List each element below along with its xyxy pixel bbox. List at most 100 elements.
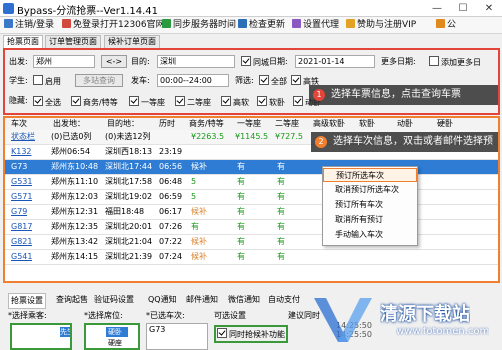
menu-cancel-all[interactable]: 取消所有预订 bbox=[323, 213, 417, 227]
hide-all-label: 全选 bbox=[45, 98, 61, 107]
checkbox-box bbox=[71, 96, 81, 106]
tab-captcha[interactable]: 验证码设置 bbox=[92, 293, 136, 307]
sync-icon bbox=[162, 19, 171, 28]
hide-business-checkbox[interactable]: 商务/特等 bbox=[71, 96, 118, 108]
menu-manual-input[interactable]: 手动输入车次 bbox=[323, 228, 417, 242]
table-row[interactable]: G73 郑州东10:48 深圳北17:44 06:56 候补 有 有 bbox=[5, 160, 498, 175]
sync-time-label: 同步服务器时间 bbox=[173, 20, 237, 30]
hide-first-label: 一等座 bbox=[141, 98, 165, 107]
table-row[interactable]: G821 郑州东13:42 深圳北21:04 07:22 候补 有 有 bbox=[5, 235, 498, 250]
vip-button[interactable]: 赞助与注册VIP bbox=[346, 19, 416, 32]
login-button[interactable]: 注销/登录 bbox=[4, 19, 54, 32]
date-input[interactable]: 2021-01-14 bbox=[295, 55, 375, 68]
cell-dur: 06:48 bbox=[159, 177, 183, 186]
header-ruanwo[interactable]: 软卧 bbox=[359, 118, 375, 130]
hide-ruanwo-checkbox[interactable]: 软卧 bbox=[257, 96, 285, 108]
menu-book-all[interactable]: 预订所有车次 bbox=[323, 198, 417, 212]
swap-button[interactable]: <-> bbox=[101, 55, 127, 68]
notice-button[interactable]: 公 bbox=[436, 19, 456, 32]
seat-item-hardseat[interactable]: 硬座 bbox=[106, 338, 128, 348]
filter-label: 筛选: bbox=[235, 76, 254, 85]
header-train[interactable]: 车次 bbox=[11, 118, 27, 130]
hide-all-checkbox[interactable]: 全选 bbox=[33, 96, 61, 108]
from-station-input[interactable]: 郑州 bbox=[33, 55, 95, 68]
table-row[interactable]: G817 郑州东12:35 深圳北20:01 07:26 有 有 有 bbox=[5, 220, 498, 235]
tab-wechat-notify[interactable]: 微信通知 bbox=[226, 293, 262, 307]
tab-email-notify[interactable]: 邮件通知 bbox=[184, 293, 220, 307]
header-to[interactable]: 目的地： bbox=[107, 118, 139, 130]
hide-label: 隐藏: bbox=[9, 96, 28, 105]
set-proxy-button[interactable]: 设置代理 bbox=[292, 19, 339, 32]
hide-second-checkbox[interactable]: 二等座 bbox=[175, 96, 211, 108]
filter-all-checkbox[interactable]: 全部 bbox=[259, 75, 287, 87]
cell-dep: 郑州东12:31 bbox=[51, 207, 99, 216]
update-icon bbox=[238, 19, 247, 28]
header-dongwo[interactable]: 动卧 bbox=[397, 118, 413, 130]
tab-auto-pay[interactable]: 自动支付 bbox=[266, 293, 302, 307]
cell-second: 有 bbox=[277, 237, 285, 246]
vip-icon bbox=[346, 19, 355, 28]
select-passenger-label: *选择乘客: bbox=[8, 311, 47, 320]
tab-qq-notify[interactable]: QQ通知 bbox=[146, 293, 179, 307]
open-12306-button[interactable]: 免登录打开12306官网 bbox=[62, 19, 165, 32]
close-button[interactable]: ✕ bbox=[476, 0, 502, 16]
student-checkbox[interactable]: 启用 bbox=[33, 75, 61, 87]
title-bar: Bypass-分流抢票--Ver1.14.41 — ☐ ✕ bbox=[0, 0, 502, 17]
header-yingwo[interactable]: 硬卧 bbox=[437, 118, 453, 130]
header-first[interactable]: 一等座 bbox=[237, 118, 261, 130]
cell-arr: 深圳西18:13 bbox=[105, 147, 153, 156]
table-row[interactable]: G79 郑州东12:31 福田18:48 06:17 候补 有 有 bbox=[5, 205, 498, 220]
to-station-input[interactable]: 深圳 bbox=[157, 55, 235, 68]
tab-grab-settings[interactable]: 抢票设置 bbox=[8, 293, 46, 309]
add-more-dates-checkbox[interactable]: 添加更多日 bbox=[429, 56, 481, 68]
toolbar: 注销/登录 免登录打开12306官网 同步服务器时间 检查更新 设置代理 赞助与… bbox=[0, 17, 502, 34]
header-duration[interactable]: 历时 bbox=[159, 118, 175, 130]
cell-biz: 候补 bbox=[191, 237, 207, 246]
cell-dep: 郑州东13:42 bbox=[51, 237, 99, 246]
menu-book-selected[interactable]: 预订所选车次 bbox=[323, 168, 417, 182]
cell-dur: 07:26 bbox=[159, 222, 183, 231]
tab-waitlist[interactable]: 候补订单页面 bbox=[104, 35, 160, 48]
status-column[interactable]: 状态栏 bbox=[11, 130, 35, 144]
seat-item-hardsleeper[interactable]: 硬卧 bbox=[106, 327, 128, 337]
tab-orders[interactable]: 订单管理页面 bbox=[45, 35, 101, 48]
cell-second: 有 bbox=[277, 177, 285, 186]
maximize-button[interactable]: ☐ bbox=[450, 0, 476, 16]
depart-label: 发车: bbox=[131, 76, 150, 85]
table-row[interactable]: G531 郑州东11:10 深圳北17:58 06:48 5 有 有 bbox=[5, 175, 498, 190]
header-from[interactable]: 出发地： bbox=[53, 118, 85, 130]
selected-train-box[interactable]: G73 bbox=[146, 323, 208, 350]
minimize-button[interactable]: — bbox=[424, 0, 450, 16]
table-row[interactable]: G571 郑州东12:03 深圳北19:02 06:59 5 有 有 bbox=[5, 190, 498, 205]
check-update-button[interactable]: 检查更新 bbox=[238, 19, 285, 32]
tip-one: 1 选择车票信息，点击查询车票 bbox=[309, 85, 498, 105]
checkbox-box bbox=[291, 75, 301, 85]
notice-icon bbox=[436, 19, 445, 28]
seat-list[interactable]: 硬卧 硬座 bbox=[84, 323, 140, 350]
table-row[interactable]: G541 郑州东14:15 深圳北21:39 07:24 候补 有 有 bbox=[5, 250, 498, 265]
cell-train: G571 bbox=[11, 192, 33, 201]
menu-cancel-selected[interactable]: 取消预订所选车次 bbox=[323, 183, 417, 197]
hide-first-checkbox[interactable]: 一等座 bbox=[129, 96, 165, 108]
hide-gaoruan-checkbox[interactable]: 高软 bbox=[221, 96, 249, 108]
waitlist-checkbox[interactable]: 同时抢候补功能 bbox=[214, 325, 288, 343]
user-icon bbox=[4, 19, 13, 28]
header-gaoruan[interactable]: 高级软卧 bbox=[313, 118, 345, 130]
cell-arr: 深圳北21:04 bbox=[105, 237, 153, 246]
tab-ticket[interactable]: 抢票页面 bbox=[3, 35, 43, 48]
sync-time-button[interactable]: 同步服务器时间 bbox=[162, 19, 236, 32]
cell-dep: 郑州东14:15 bbox=[51, 252, 99, 261]
same-city-checkbox[interactable]: 同城 bbox=[241, 56, 269, 68]
cell-arr: 深圳北21:39 bbox=[105, 252, 153, 261]
header-second[interactable]: 二等座 bbox=[275, 118, 299, 130]
vip-label: 赞助与注册VIP bbox=[357, 20, 417, 30]
cell-second: 有 bbox=[277, 192, 285, 201]
checkbox-box bbox=[129, 96, 139, 106]
passenger-list[interactable]: 先生) bbox=[10, 323, 72, 350]
cell-first: 有 bbox=[237, 162, 245, 171]
passenger-item[interactable]: 先生) bbox=[60, 327, 70, 337]
multi-station-button[interactable]: 多站查询 bbox=[75, 74, 123, 87]
depart-time-select[interactable]: 00:00--24:00 bbox=[157, 74, 229, 87]
tab-query-sale[interactable]: 查询起售 bbox=[54, 293, 90, 307]
header-business[interactable]: 商务/特等 bbox=[189, 118, 224, 130]
